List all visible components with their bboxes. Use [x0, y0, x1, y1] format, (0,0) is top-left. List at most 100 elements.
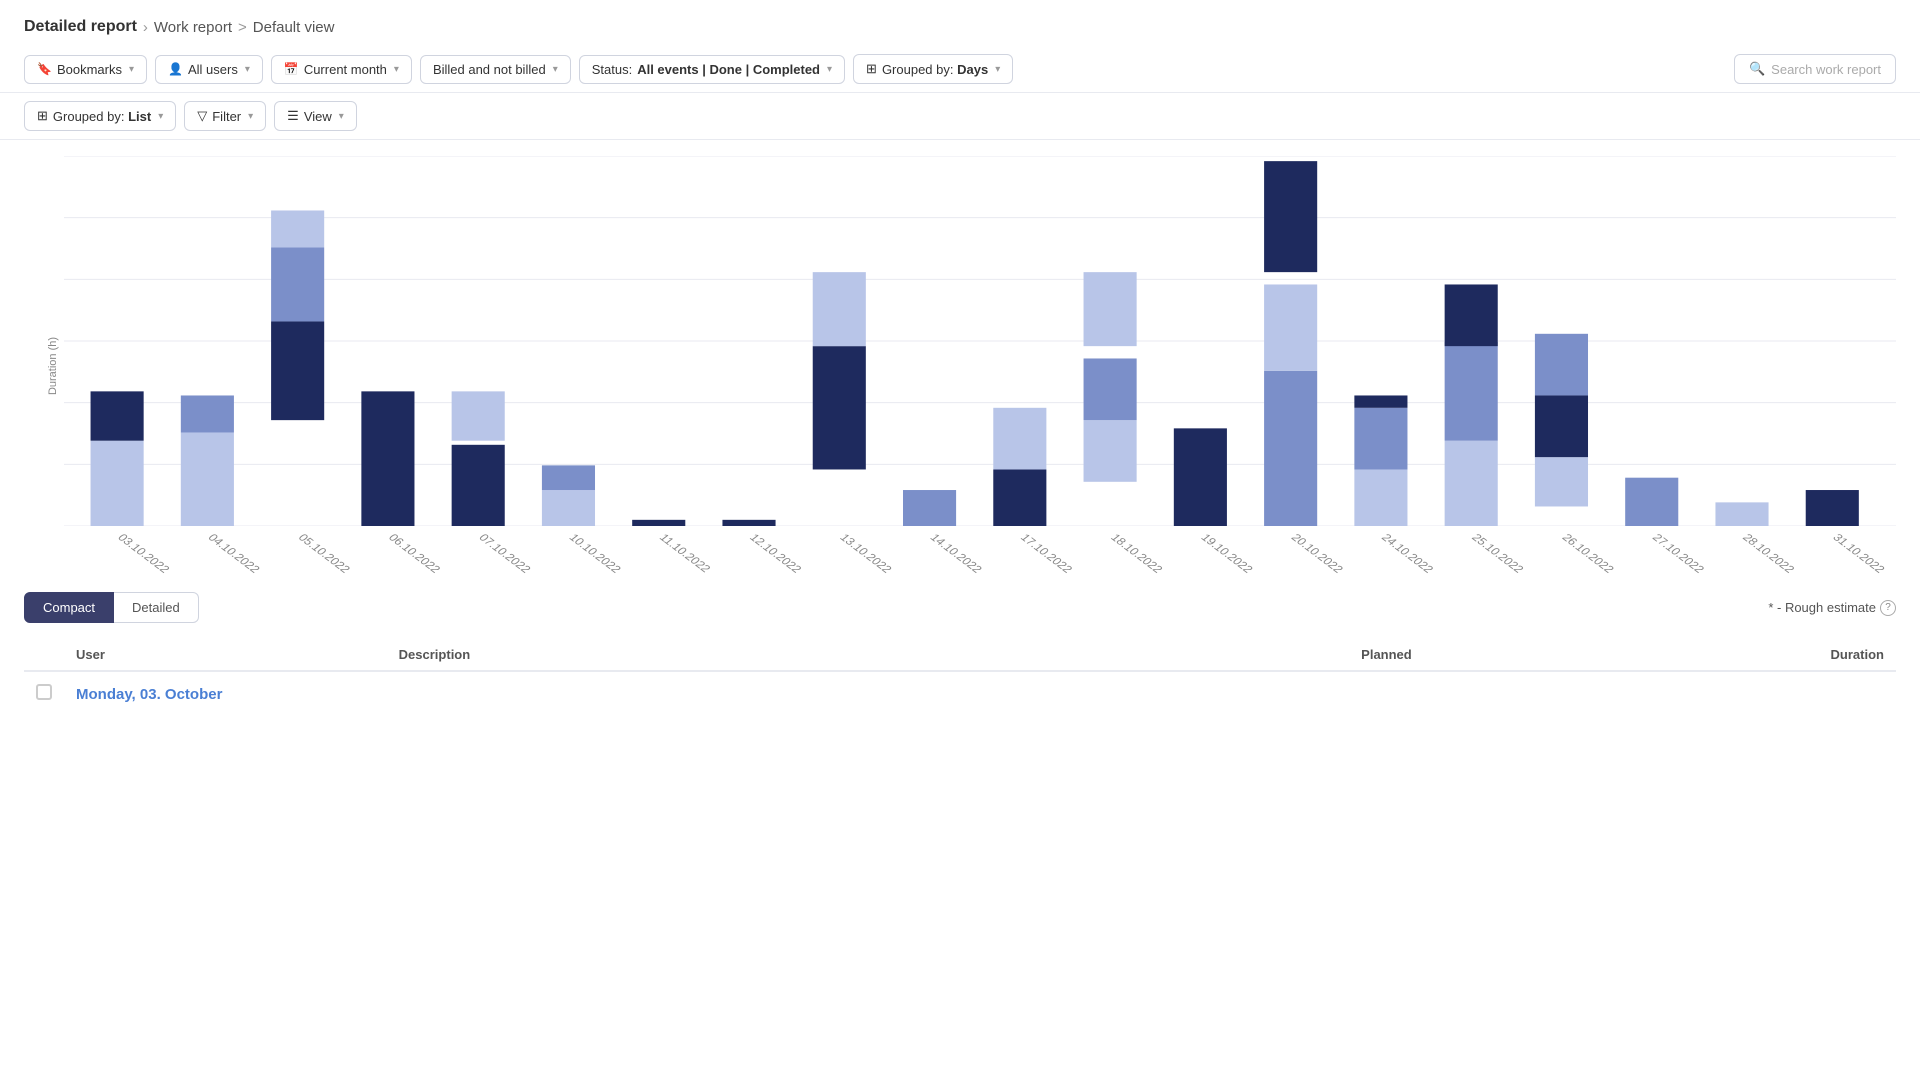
compact-tab[interactable]: Compact: [24, 592, 114, 623]
bar-seg: [1445, 441, 1498, 526]
current-month-label: Current month: [304, 62, 387, 77]
calendar-icon: 📅: [284, 62, 299, 76]
bar-seg: [271, 321, 324, 420]
table-header-description: Description: [387, 639, 969, 671]
bar-seg: [91, 441, 144, 526]
status-value: All events | Done | Completed: [637, 62, 820, 77]
status-button[interactable]: Status: All events | Done | Completed ▾: [579, 55, 845, 84]
bar-seg: [271, 210, 324, 247]
bar-seg: [1084, 272, 1137, 346]
bar-seg: [452, 391, 505, 440]
view-icon: ☰: [287, 108, 299, 124]
grouped-by-list-label: Grouped by: List: [53, 109, 151, 124]
bar-seg: [1264, 284, 1317, 370]
bookmarks-button[interactable]: 🔖 Bookmarks ▾: [24, 55, 147, 84]
bar-seg: [1264, 161, 1317, 272]
breadcrumb-sep2: >: [238, 19, 247, 36]
report-table: User Description Planned Duration Monday…: [24, 639, 1896, 708]
breadcrumb-sep1: ›: [143, 19, 148, 36]
status-prefix: Status:: [592, 62, 632, 77]
grouped-by-days-button[interactable]: ⊞ Grouped by: Days ▾: [853, 54, 1013, 84]
svg-text:12.10.2022: 12.10.2022: [747, 532, 804, 575]
rough-estimate-text: * - Rough estimate: [1768, 600, 1876, 615]
bookmarks-label: Bookmarks: [57, 62, 122, 77]
row-checkbox[interactable]: [36, 684, 52, 700]
breadcrumb-main: Detailed report: [24, 18, 137, 36]
bar-seg: [1535, 395, 1588, 457]
bar-chart: 0 5 10 15 20 25 30: [64, 156, 1896, 526]
table-header-planned: Planned: [969, 639, 1424, 671]
billed-not-billed-button[interactable]: Billed and not billed ▾: [420, 55, 571, 84]
date-cell: Monday, 03. October: [64, 671, 1896, 708]
bar-seg: [91, 391, 144, 440]
grouped-by-days-chevron: ▾: [995, 64, 1000, 75]
table-header-duration: Duration: [1424, 639, 1896, 671]
grouped-by-days-label: Grouped by: Days: [882, 62, 988, 77]
view-chevron: ▾: [339, 111, 344, 122]
svg-text:28.10.2022: 28.10.2022: [1740, 532, 1797, 575]
bar-seg: [1445, 284, 1498, 346]
svg-text:19.10.2022: 19.10.2022: [1198, 532, 1255, 575]
all-users-chevron: ▾: [245, 64, 250, 75]
x-axis-svg: 03.10.2022 04.10.2022 05.10.2022 06.10.2…: [64, 526, 1896, 576]
detailed-tab[interactable]: Detailed: [114, 592, 199, 623]
bookmarks-chevron: ▾: [129, 64, 134, 75]
grid-icon: ⊞: [37, 108, 48, 124]
bar-seg: [271, 247, 324, 321]
current-month-button[interactable]: 📅 Current month ▾: [271, 55, 412, 84]
svg-text:13.10.2022: 13.10.2022: [837, 532, 894, 575]
filter-icon: ▽: [197, 108, 207, 124]
bar-seg: [542, 465, 595, 490]
view-label: View: [304, 109, 332, 124]
svg-text:10.10.2022: 10.10.2022: [566, 532, 623, 575]
bar-seg: [452, 445, 505, 526]
bar-seg: [1264, 371, 1317, 526]
bar-seg: [181, 432, 234, 526]
all-users-button[interactable]: 👤 All users ▾: [155, 55, 263, 84]
bar-seg: [1354, 408, 1407, 470]
svg-text:31.10.2022: 31.10.2022: [1830, 532, 1887, 575]
current-month-chevron: ▾: [394, 64, 399, 75]
svg-text:18.10.2022: 18.10.2022: [1108, 532, 1165, 575]
grouped-by-list-chevron: ▾: [158, 111, 163, 122]
svg-text:06.10.2022: 06.10.2022: [386, 532, 443, 575]
bar-seg: [903, 490, 956, 526]
svg-text:14.10.2022: 14.10.2022: [927, 532, 984, 575]
rough-estimate-label: * - Rough estimate ?: [1768, 600, 1896, 616]
view-button[interactable]: ☰ View ▾: [274, 101, 357, 131]
svg-text:17.10.2022: 17.10.2022: [1017, 532, 1074, 575]
help-icon[interactable]: ?: [1880, 600, 1896, 616]
row-checkbox-cell: [24, 671, 64, 708]
users-icon: 👤: [168, 62, 183, 76]
grouped-by-days-icon: ⊞: [866, 61, 877, 77]
bar-seg: [1445, 342, 1498, 441]
filter-label: Filter: [212, 109, 241, 124]
bar-seg: [1715, 502, 1768, 526]
search-label: Search work report: [1771, 62, 1881, 77]
table-header-user: User: [64, 639, 387, 671]
svg-text:05.10.2022: 05.10.2022: [295, 532, 352, 575]
svg-text:03.10.2022: 03.10.2022: [115, 532, 172, 575]
svg-text:04.10.2022: 04.10.2022: [205, 532, 262, 575]
filter-button[interactable]: ▽ Filter ▾: [184, 101, 266, 131]
all-users-label: All users: [188, 62, 238, 77]
top-toolbar: 🔖 Bookmarks ▾ 👤 All users ▾ 📅 Current mo…: [0, 46, 1920, 93]
bar-seg: [1535, 457, 1588, 506]
breadcrumb-default-view[interactable]: Default view: [253, 19, 335, 36]
bar-seg: [361, 391, 414, 526]
search-button[interactable]: 🔍 Search work report: [1734, 54, 1896, 84]
filter-chevron: ▾: [248, 111, 253, 122]
svg-text:26.10.2022: 26.10.2022: [1559, 532, 1616, 575]
bottom-section: Compact Detailed * - Rough estimate ? Us…: [0, 576, 1920, 724]
breadcrumb-work-report[interactable]: Work report: [154, 19, 232, 36]
chart-wrap: Duration (h) 0 5 10 15 20 25 30: [24, 156, 1896, 576]
breadcrumb: Detailed report › Work report > Default …: [0, 0, 1920, 46]
bar-seg: [993, 469, 1046, 526]
date-row: Monday, 03. October: [24, 671, 1896, 708]
svg-text:25.10.2022: 25.10.2022: [1469, 532, 1526, 575]
bar-seg: [1535, 334, 1588, 396]
bar-seg: [1806, 490, 1859, 526]
chart-svg-area: 0 5 10 15 20 25 30: [64, 156, 1896, 526]
grouped-by-list-button[interactable]: ⊞ Grouped by: List ▾: [24, 101, 176, 131]
svg-text:27.10.2022: 27.10.2022: [1649, 532, 1706, 575]
